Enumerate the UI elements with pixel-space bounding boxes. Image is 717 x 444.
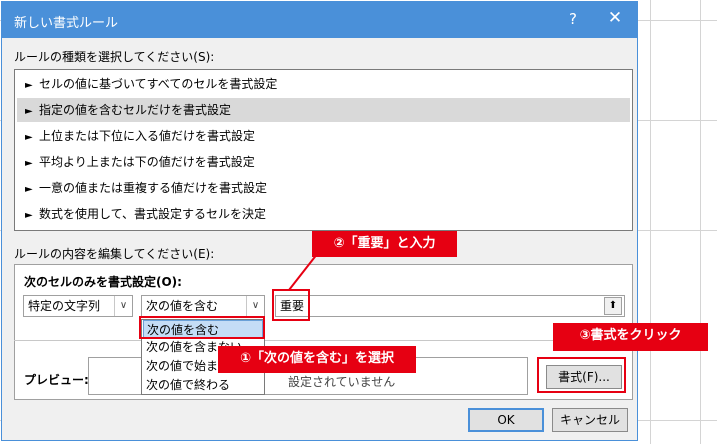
ok-button[interactable]: OK — [468, 408, 544, 432]
condition-type-value: 特定の文字列 — [28, 299, 101, 313]
grid-line — [700, 0, 701, 444]
operator-value: 次の値を含む — [146, 299, 219, 313]
rule-type-label-text: セルの値に基づいてすべてのセルを書式設定 — [39, 77, 278, 91]
preview-text: 設定されていません — [288, 375, 396, 389]
bullet-arrow-icon: ► — [25, 80, 33, 91]
bullet-arrow-icon: ► — [25, 184, 33, 195]
step1-callout: ①「次の値を含む」を選択 — [218, 346, 416, 373]
rule-type-label-text: 上位または下位に入る値だけを書式設定 — [39, 129, 256, 143]
preview-label: プレビュー: — [24, 373, 89, 387]
highlight-value-input — [272, 289, 310, 321]
cancel-button[interactable]: キャンセル — [552, 408, 628, 432]
bullet-arrow-icon: ► — [25, 132, 33, 143]
highlight-operator-option — [139, 316, 265, 339]
rule-type-item[interactable]: ► 一意の値または重複する値だけを書式設定 — [17, 176, 630, 200]
highlight-format-button — [537, 357, 626, 393]
rule-type-label-text: 一意の値または重複する値だけを書式設定 — [39, 181, 268, 195]
operator-select[interactable]: 次の値を含む ∨ — [141, 295, 265, 317]
bullet-arrow-icon: ► — [25, 106, 33, 117]
rule-type-label-text: 平均より上または下の値だけを書式設定 — [39, 155, 255, 169]
rule-type-label-text: 指定の値を含むセルだけを書式設定 — [39, 103, 232, 117]
rule-type-item[interactable]: ► セルの値に基づいてすべてのセルを書式設定 — [17, 72, 630, 96]
chevron-down-icon[interactable]: ∨ — [246, 296, 264, 316]
rule-type-item[interactable]: ► 平均より上または下の値だけを書式設定 — [17, 150, 630, 174]
edit-rule-label: ルールの内容を編集してください(E): — [14, 247, 215, 261]
step3-callout: ③書式をクリック — [553, 323, 708, 351]
step2-callout: ②「重要」と入力 — [312, 231, 457, 257]
chevron-down-icon[interactable]: ∨ — [114, 296, 132, 316]
collapse-dialog-icon[interactable]: ⬆ — [604, 297, 622, 315]
rule-type-item[interactable]: ► 数式を使用して、書式設定するセルを決定 — [17, 202, 630, 226]
close-icon[interactable]: ✕ — [606, 8, 624, 28]
rule-type-item[interactable]: ► 上位または下位に入る値だけを書式設定 — [17, 124, 630, 148]
bullet-arrow-icon: ► — [25, 210, 33, 221]
rule-type-item-selected[interactable]: ► 指定の値を含むセルだけを書式設定 — [17, 98, 630, 122]
dialog-title: 新しい書式ルール — [14, 16, 119, 31]
grid-line — [650, 0, 651, 444]
title-bar: 新しい書式ルール ? ✕ — [2, 2, 637, 38]
only-cells-label: 次のセルのみを書式設定(O): — [24, 275, 182, 289]
rule-type-label: ルールの種類を選択してください(S): — [14, 50, 215, 64]
bullet-arrow-icon: ► — [25, 158, 33, 169]
rule-type-label-text: 数式を使用して、書式設定するセルを決定 — [39, 207, 267, 221]
divider — [14, 340, 633, 341]
operator-option[interactable]: 次の値で終わる — [143, 376, 263, 394]
rule-type-list[interactable]: ► セルの値に基づいてすべてのセルを書式設定 ► 指定の値を含むセルだけを書式設定 … — [14, 69, 633, 231]
condition-type-select[interactable]: 特定の文字列 ∨ — [23, 295, 133, 317]
value-input[interactable]: 重要 ⬆ — [275, 295, 625, 317]
help-icon[interactable]: ? — [565, 10, 581, 28]
